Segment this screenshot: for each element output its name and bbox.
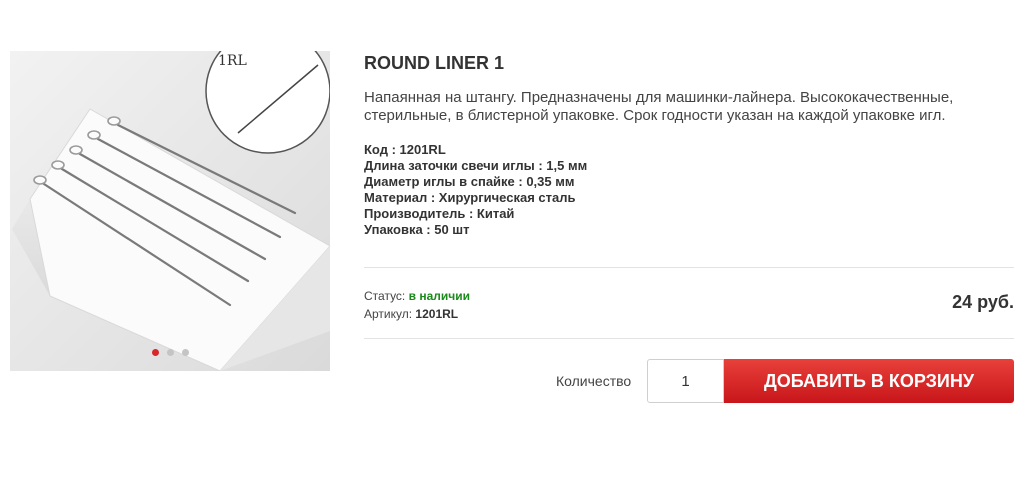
product-image: 1RL bbox=[12, 51, 330, 371]
divider-top bbox=[364, 267, 1014, 268]
gallery-dot-3[interactable] bbox=[181, 349, 189, 356]
spec-manufacturer: Производитель : Китай bbox=[364, 206, 515, 221]
product-image-gallery[interactable]: 1RL bbox=[10, 51, 330, 371]
product-info: ROUND LINER 1 Напаянная на штангу. Предн… bbox=[364, 50, 1014, 238]
spec-sharpening-length: Длина заточки свечи иглы : 1,5 мм bbox=[364, 158, 588, 173]
gallery-dot-1[interactable] bbox=[151, 349, 159, 356]
product-price: 24 руб. bbox=[952, 292, 1014, 312]
spec-package: Упаковка : 50 шт bbox=[364, 222, 470, 237]
product-specs: Код : 1201RL Длина заточки свечи иглы : … bbox=[364, 142, 1014, 238]
product-title: ROUND LINER 1 bbox=[364, 53, 505, 73]
status-badge: в наличии bbox=[408, 289, 470, 303]
spec-material: Материал : Хирургическая сталь bbox=[364, 190, 576, 205]
article-label: Артикул: bbox=[364, 307, 413, 321]
gallery-pagination bbox=[10, 343, 330, 361]
status-label: Статус: bbox=[364, 289, 406, 303]
spec-needle-diameter: Диаметр иглы в спайке : 0,35 мм bbox=[364, 174, 575, 189]
product-description: Напаянная на штангу. Предназначены для м… bbox=[364, 89, 954, 124]
article-value: 1201RL bbox=[415, 307, 459, 321]
image-label: 1RL bbox=[218, 53, 247, 69]
spec-code: Код : 1201RL bbox=[364, 142, 446, 157]
quantity-label: Количество bbox=[556, 373, 632, 389]
stock-info: Статус: в наличии Артикул: 1201RL bbox=[364, 287, 470, 323]
add-to-cart-button[interactable]: ДОБАВИТЬ В КОРЗИНУ bbox=[724, 359, 1014, 403]
divider-bottom bbox=[364, 338, 1014, 339]
quantity-input[interactable] bbox=[647, 359, 724, 403]
gallery-dot-2[interactable] bbox=[166, 349, 174, 356]
